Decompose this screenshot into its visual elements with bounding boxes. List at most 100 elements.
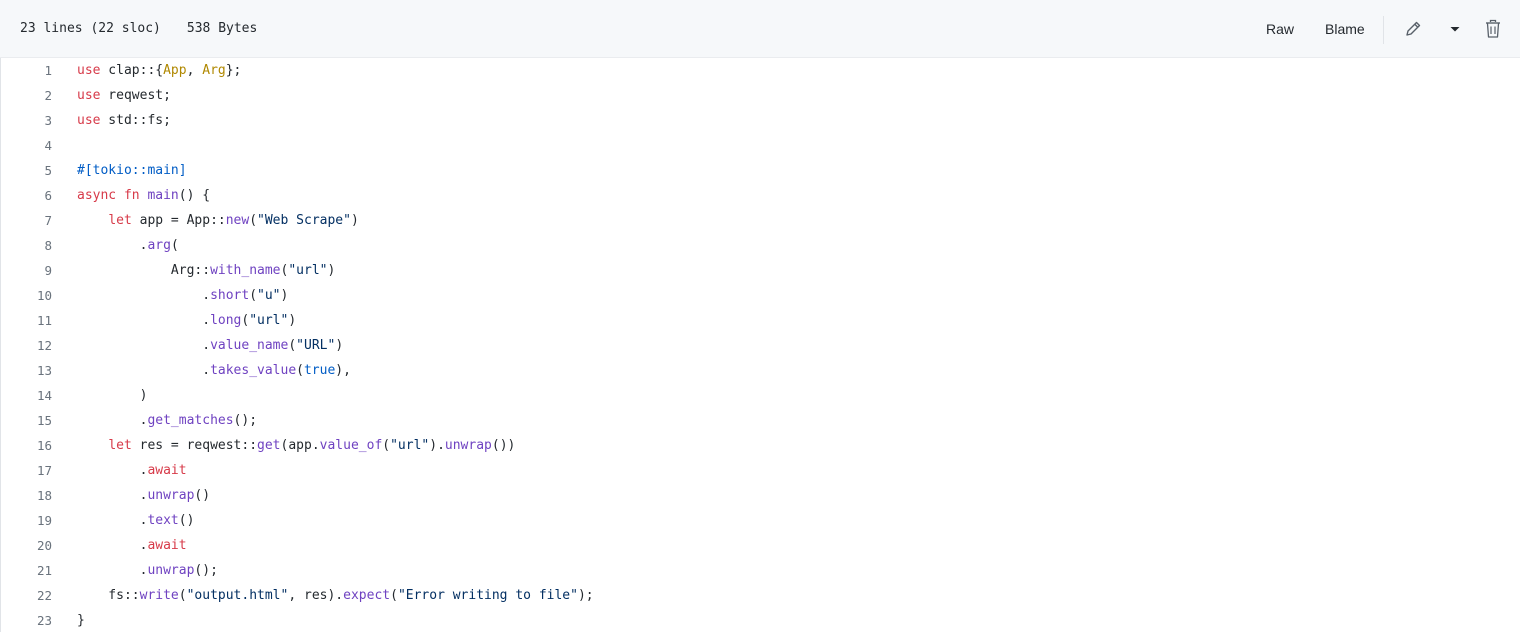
- line-count: 23 lines (22 sloc): [20, 21, 161, 36]
- code-token: "url": [288, 263, 328, 278]
- code-token: .: [77, 238, 148, 253]
- code-token: with_name: [210, 263, 281, 278]
- line-number[interactable]: 16: [1, 433, 52, 458]
- code-line: 4: [1, 133, 1520, 158]
- line-number[interactable]: 17: [1, 458, 52, 483]
- line-number[interactable]: 1: [1, 58, 52, 83]
- line-number[interactable]: 20: [1, 533, 52, 558]
- line-number[interactable]: 8: [1, 233, 52, 258]
- line-number[interactable]: 23: [1, 608, 52, 632]
- delete-button[interactable]: [1479, 14, 1507, 44]
- code-line: 19 .text(): [1, 508, 1520, 533]
- raw-button[interactable]: Raw: [1260, 14, 1300, 44]
- code-token: text: [147, 513, 179, 528]
- code-token: .: [77, 288, 211, 303]
- line-number[interactable]: 11: [1, 308, 52, 333]
- edit-dropdown-button[interactable]: [1441, 14, 1469, 44]
- code-content: .unwrap(): [77, 483, 210, 508]
- code-token: get: [257, 438, 281, 453]
- code-token: (: [170, 238, 179, 253]
- blame-button[interactable]: Blame: [1319, 14, 1371, 44]
- triangle-down-icon: [1450, 27, 1460, 32]
- code-token: .: [77, 338, 211, 353]
- code-token: ): [350, 213, 359, 228]
- line-number[interactable]: 18: [1, 483, 52, 508]
- code-line: 3 use std::fs;: [1, 108, 1520, 133]
- code-token: reqwest;: [100, 88, 171, 103]
- code-token: unwrap: [147, 488, 195, 503]
- code-line: 8 .arg(: [1, 233, 1520, 258]
- code-token: unwrap: [444, 438, 492, 453]
- code-token: ).: [429, 438, 445, 453]
- line-number[interactable]: 21: [1, 558, 52, 583]
- code-token: .: [77, 538, 148, 553]
- line-number[interactable]: 3: [1, 108, 52, 133]
- code-token: Arg: [202, 63, 226, 78]
- trash-icon: [1486, 19, 1500, 38]
- line-number[interactable]: 9: [1, 258, 52, 283]
- line-number[interactable]: 12: [1, 333, 52, 358]
- file-size: 538 Bytes: [186, 21, 258, 36]
- line-number[interactable]: 22: [1, 583, 52, 608]
- code-token: await: [147, 538, 187, 553]
- code-token: .: [77, 513, 148, 528]
- code-content: .unwrap();: [77, 558, 218, 583]
- code-token: (: [382, 438, 391, 453]
- code-content: use std::fs;: [77, 108, 171, 133]
- line-number[interactable]: 5: [1, 158, 52, 183]
- line-number[interactable]: 7: [1, 208, 52, 233]
- code-token: (: [288, 338, 297, 353]
- code-line: 6 async fn main() {: [1, 183, 1520, 208]
- code-token: (: [296, 363, 304, 378]
- code-token: (: [178, 588, 187, 603]
- code-content: .arg(: [77, 233, 179, 258]
- line-number[interactable]: 4: [1, 133, 52, 158]
- code-token: use: [77, 63, 101, 78]
- code-token: "Error writing to file": [397, 588, 578, 603]
- code-content: async fn main() {: [77, 183, 210, 208]
- code-token: .: [77, 563, 148, 578]
- line-number[interactable]: 14: [1, 383, 52, 408]
- line-number[interactable]: 13: [1, 358, 52, 383]
- code-content: let app = App::new("Web Scrape"): [77, 208, 359, 233]
- code-token: , res).: [288, 588, 344, 603]
- code-token: std::fs;: [100, 113, 171, 128]
- code-token: }: [77, 613, 85, 628]
- line-number[interactable]: 19: [1, 508, 52, 533]
- code-content: ): [77, 383, 148, 408]
- code-token: value_name: [210, 338, 289, 353]
- line-number[interactable]: 10: [1, 283, 52, 308]
- code-token: );: [577, 588, 594, 603]
- code-line: 2 use reqwest;: [1, 83, 1520, 108]
- code-line: 22 fs::write("output.html", res).expect(…: [1, 583, 1520, 608]
- code-line: 12 .value_name("URL"): [1, 333, 1520, 358]
- code-token: short: [210, 288, 250, 303]
- edit-button[interactable]: [1399, 14, 1427, 44]
- code-token: ): [327, 263, 336, 278]
- code-content: .await: [77, 458, 187, 483]
- code-token: let: [108, 213, 132, 228]
- code-token: (app.: [280, 438, 320, 453]
- code-token: .: [77, 313, 211, 328]
- code-content: use reqwest;: [77, 83, 171, 108]
- code-content: #[tokio::main]: [77, 158, 187, 183]
- code-content: use clap::{App, Arg};: [77, 58, 241, 83]
- code-token: expect: [343, 588, 391, 603]
- code-token: let: [108, 438, 132, 453]
- code-line: 17 .await: [1, 458, 1520, 483]
- code-token: value_of: [319, 438, 383, 453]
- code-token: get_matches: [147, 413, 234, 428]
- code-content: .get_matches();: [77, 408, 257, 433]
- line-number[interactable]: 15: [1, 408, 52, 433]
- code-line: 21 .unwrap();: [1, 558, 1520, 583]
- line-number[interactable]: 6: [1, 183, 52, 208]
- code-token: };: [225, 63, 242, 78]
- code-content: .await: [77, 533, 187, 558]
- code-token: await: [147, 463, 187, 478]
- code-token: main: [147, 188, 179, 203]
- code-token: ): [335, 338, 344, 353]
- code-token: "URL": [296, 338, 336, 353]
- line-number[interactable]: 2: [1, 83, 52, 108]
- file-info: 23 lines (22 sloc) 538 Bytes: [20, 0, 257, 58]
